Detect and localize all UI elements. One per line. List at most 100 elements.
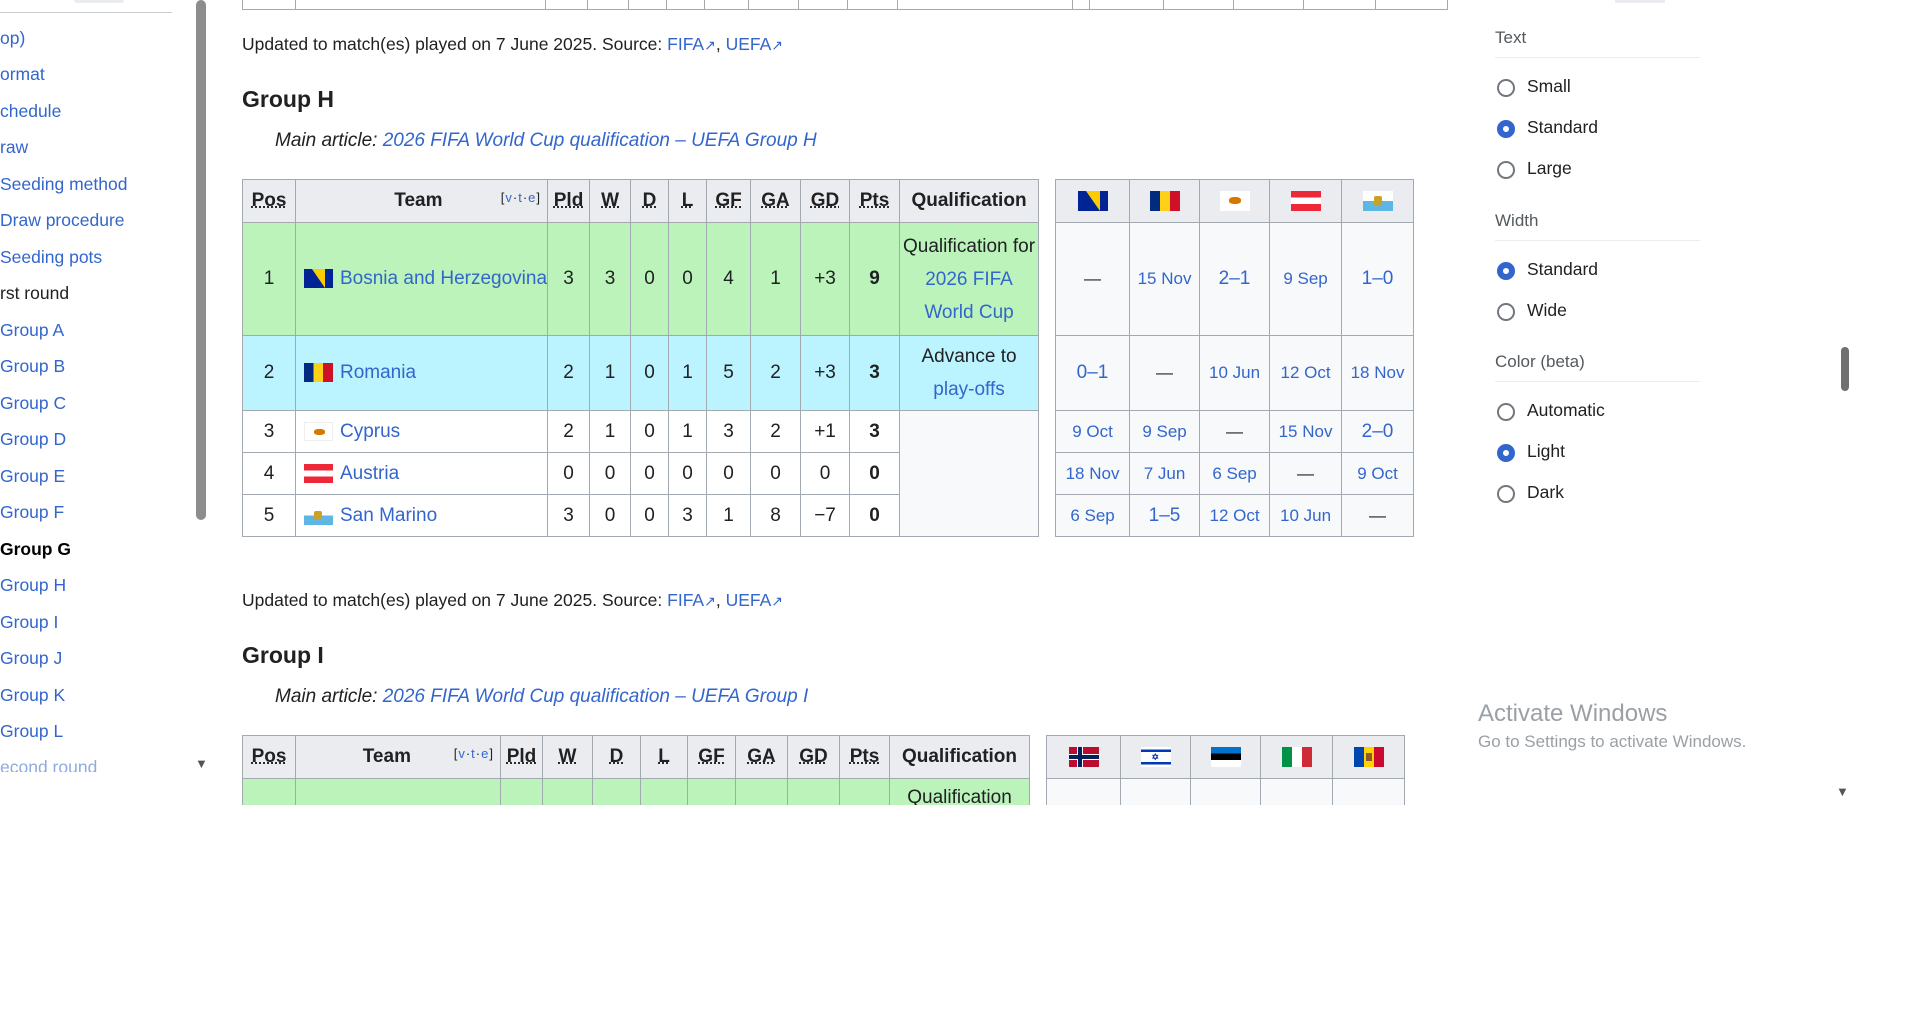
result-link[interactable]: 9 Sep [1269, 222, 1343, 336]
result-link[interactable]: 6 Sep [1055, 494, 1131, 537]
table-header-row: Pos Team [v·t·e] Pld W D L GF GA GD Pts … [242, 735, 1405, 779]
header-flag-estonia[interactable] [1190, 735, 1261, 779]
result-link[interactable]: 18 Nov [1055, 452, 1131, 495]
view-template-link[interactable]: v [458, 746, 466, 761]
toc-item[interactable]: Group G [0, 539, 71, 560]
width-radio[interactable] [1497, 262, 1515, 280]
text-option-label[interactable]: Standard [1527, 117, 1598, 138]
toc-item[interactable]: econd round [0, 757, 97, 772]
text-option-label[interactable]: Large [1527, 158, 1572, 179]
result-link[interactable]: 9 Oct [1055, 410, 1131, 453]
result-link[interactable]: 0–1 [1055, 335, 1131, 411]
header-flag-austria[interactable] [1269, 179, 1343, 223]
vte-links[interactable]: [v·t·e] [501, 190, 541, 205]
table-row: 5 San Marino 3 0 0 3 1 8 −7 0 6 Sep 1–5 … [242, 494, 1415, 537]
toc-item[interactable]: rst round [0, 283, 69, 304]
toc-item[interactable]: Group I [0, 612, 58, 633]
result-link[interactable]: 15 Nov [1269, 410, 1343, 453]
result-link[interactable]: 9 Sep [1129, 410, 1201, 453]
toc-item[interactable]: Group K [0, 685, 65, 706]
result-link[interactable]: 10 Jun [1199, 335, 1271, 411]
toc-item[interactable]: Group H [0, 575, 66, 596]
header-flag-israel[interactable]: ✡ [1120, 735, 1191, 779]
toc-item[interactable]: Group E [0, 466, 65, 487]
result-link[interactable]: 1–5 [1129, 494, 1201, 537]
header-flag-italy[interactable] [1260, 735, 1333, 779]
toc-item[interactable]: Group B [0, 356, 65, 377]
toc-item[interactable]: Group D [0, 429, 66, 450]
page-scroll-down-arrow[interactable]: ▼ [1836, 784, 1849, 799]
header-flag-bosnia[interactable] [1055, 179, 1131, 223]
toc-divider [0, 12, 172, 13]
header-flag-moldova[interactable] [1332, 735, 1405, 779]
main-article-link-i[interactable]: 2026 FIFA World Cup qualification – UEFA… [383, 686, 809, 707]
toc-item[interactable]: Group C [0, 393, 66, 414]
result-link[interactable]: 9 Oct [1341, 452, 1415, 495]
text-option-label[interactable]: Small [1527, 76, 1571, 97]
header-flag-san-marino[interactable] [1341, 179, 1415, 223]
header-flag-norway[interactable] [1046, 735, 1121, 779]
result-link[interactable]: 2–0 [1341, 410, 1415, 453]
view-template-link[interactable]: v [505, 190, 513, 205]
norway-flag-icon [1068, 746, 1099, 767]
external-link-icon: ↗ [704, 593, 716, 609]
header-flag-cyprus[interactable] [1199, 179, 1271, 223]
result-link[interactable]: 12 Oct [1199, 494, 1271, 537]
toc-scrollbar[interactable] [196, 0, 206, 520]
team-link-austria[interactable]: Austria [340, 463, 399, 484]
color-radio[interactable] [1497, 403, 1515, 421]
text-radio[interactable] [1497, 79, 1515, 97]
toc-item[interactable]: Seeding method [0, 174, 127, 195]
color-radio[interactable] [1497, 444, 1515, 462]
main-article-link-h[interactable]: 2026 FIFA World Cup qualification – UEFA… [383, 130, 817, 151]
table-of-contents: op) ormat chedule raw Seeding method Draw pro… [0, 0, 195, 772]
color-option-label[interactable]: Light [1527, 441, 1565, 462]
toc-item[interactable]: ormat [0, 64, 45, 85]
moldova-flag-icon [1353, 746, 1384, 767]
toc-item[interactable]: op) [0, 28, 25, 49]
color-option-label[interactable]: Dark [1527, 482, 1564, 503]
result-link[interactable]: 1–0 [1341, 222, 1415, 336]
result-link[interactable]: 12 Oct [1269, 335, 1343, 411]
result-link[interactable]: 18 Nov [1341, 335, 1415, 411]
header-flag-romania[interactable] [1129, 179, 1201, 223]
toc-item[interactable]: Seeding pots [0, 247, 102, 268]
text-radio[interactable] [1497, 161, 1515, 179]
appearance-top-button[interactable] [1615, 0, 1665, 3]
text-radio[interactable] [1497, 120, 1515, 138]
toc-item[interactable]: Group J [0, 648, 62, 669]
result-link[interactable]: 15 Nov [1129, 222, 1201, 336]
world-cup-link[interactable]: 2026 FIFA World Cup [924, 269, 1013, 323]
toc-item[interactable]: Draw procedure [0, 210, 125, 231]
source-fifa-link[interactable]: FIFA↗ [667, 34, 716, 54]
team-link-cyprus[interactable]: Cyprus [340, 421, 400, 442]
width-option-label[interactable]: Standard [1527, 259, 1598, 280]
source-uefa-link[interactable]: UEFA↗ [726, 590, 783, 610]
result-link[interactable]: 2–1 [1199, 222, 1271, 336]
result-link[interactable]: 6 Sep [1199, 452, 1271, 495]
color-heading: Color (beta) [1495, 352, 1585, 371]
width-radio[interactable] [1497, 303, 1515, 321]
team-link-romania[interactable]: Romania [340, 362, 416, 383]
toc-scroll-down-arrow[interactable]: ▼ [195, 756, 208, 771]
result-link[interactable]: 7 Jun [1129, 452, 1201, 495]
team-link-san-marino[interactable]: San Marino [340, 505, 437, 526]
toc-item[interactable]: Group L [0, 721, 63, 742]
color-option-label[interactable]: Automatic [1527, 400, 1605, 421]
width-option-label[interactable]: Wide [1527, 300, 1567, 321]
team-link-bosnia[interactable]: Bosnia and Herzegovina [340, 268, 547, 289]
toc-item[interactable]: Group F [0, 502, 64, 523]
toc-item[interactable]: Group A [0, 320, 64, 341]
toc-item[interactable]: raw [0, 137, 28, 158]
vte-links[interactable]: [v·t·e] [454, 746, 494, 761]
result-link[interactable]: 10 Jun [1269, 494, 1343, 537]
header-l: L [668, 179, 708, 223]
header-pos: Pos [242, 179, 296, 223]
source-fifa-link[interactable]: FIFA↗ [667, 590, 716, 610]
color-radio[interactable] [1497, 485, 1515, 503]
toc-item[interactable]: chedule [0, 101, 61, 122]
page-scrollbar-thumb[interactable] [1841, 347, 1849, 391]
toc-top-button[interactable] [74, 0, 124, 3]
play-offs-link[interactable]: play-offs [933, 379, 1004, 400]
source-uefa-link[interactable]: UEFA↗ [726, 34, 783, 54]
